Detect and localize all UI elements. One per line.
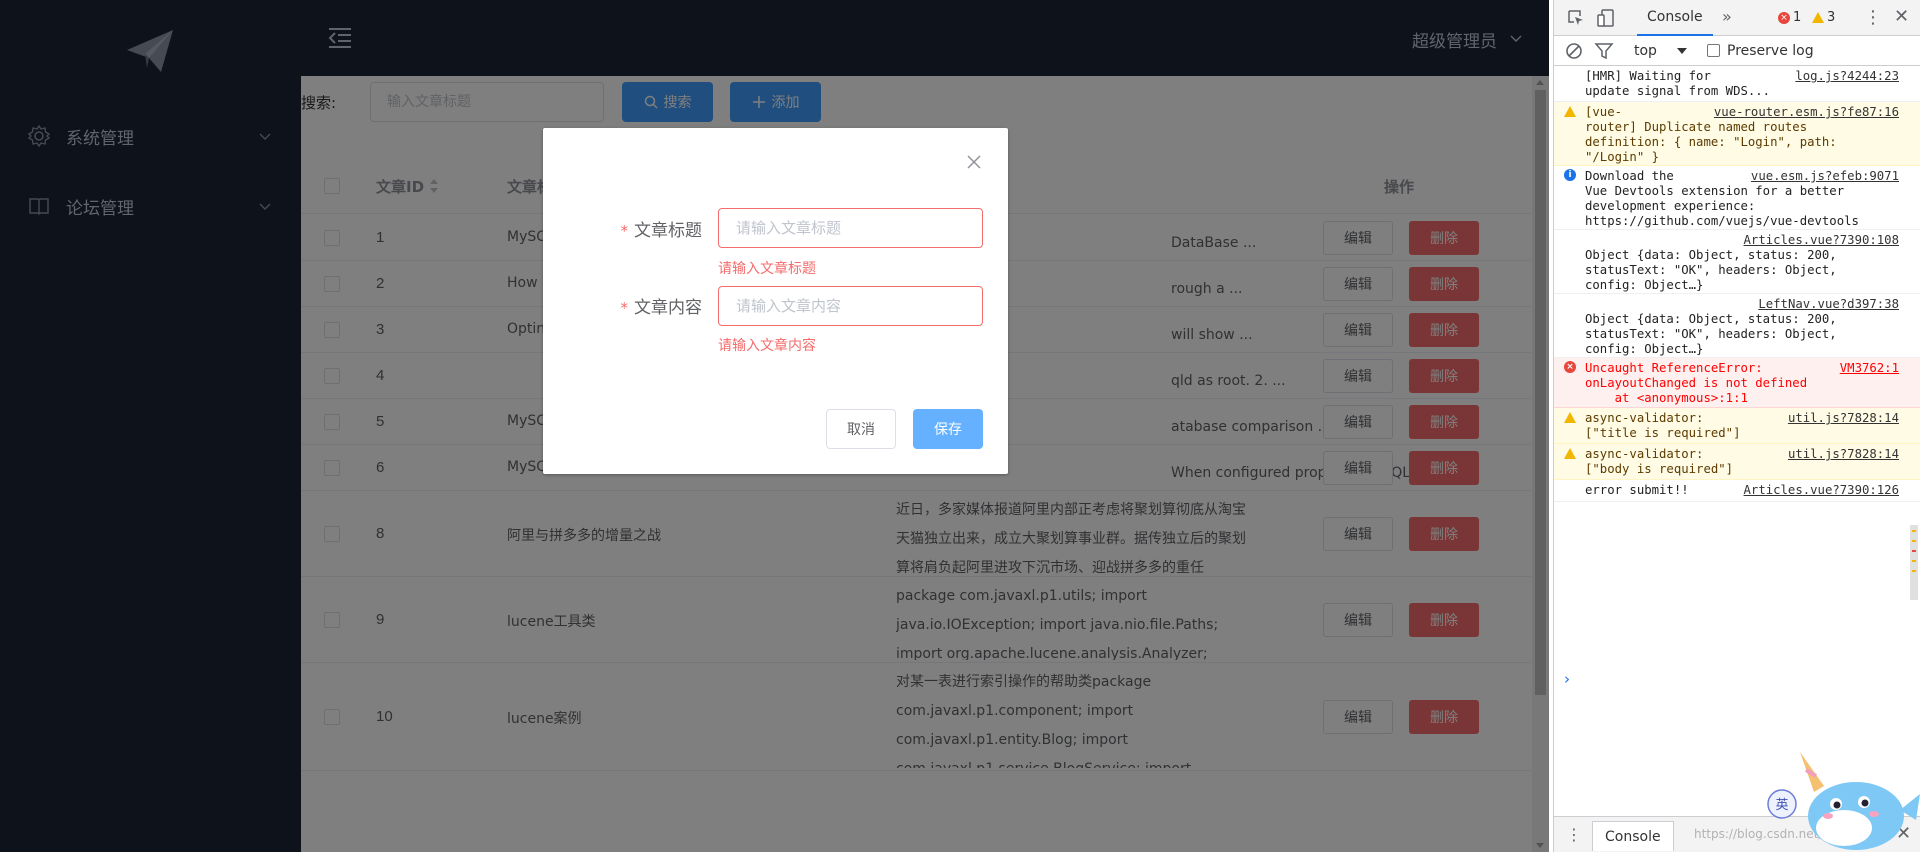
title-field[interactable] <box>718 208 983 248</box>
cancel-button[interactable]: 取消 <box>826 409 896 449</box>
required-mark: * <box>620 299 629 317</box>
more-tabs-icon[interactable]: » <box>1722 7 1732 26</box>
close-devtools-icon[interactable]: ✕ <box>1894 6 1909 27</box>
console-prompt-icon[interactable]: › <box>1564 670 1570 688</box>
console-source-link[interactable]: LeftNav.vue?d397:38 <box>1758 297 1899 312</box>
article-dialog: * 文章标题 请输入文章标题 * 文章内容 请输入文章内容 取消 保存 <box>543 128 1008 474</box>
console-message-line: async-validator: <box>1585 411 1704 425</box>
console-message-line: async-validator: <box>1585 447 1704 461</box>
console-message-line: Object {data: Object, status: 200, <box>1585 312 1837 326</box>
body-field[interactable] <box>718 286 983 326</box>
preserve-log-label: Preserve log <box>1727 43 1814 59</box>
context-selector[interactable]: top <box>1634 43 1657 59</box>
devtools-scroll-marker <box>1910 525 1918 600</box>
console-source-link[interactable]: log.js?4244:23 <box>1795 69 1899 84</box>
console-message-line: at <anonymous>:1:1 <box>1585 391 1748 405</box>
console-message-line: error submit!! <box>1585 483 1689 497</box>
filter-icon[interactable] <box>1594 41 1614 61</box>
narwhal-mascot-icon[interactable]: 英 <box>1760 748 1920 852</box>
console-message-line: onLayoutChanged is not defined <box>1585 376 1808 390</box>
warning-count-badge[interactable]: 3 <box>1812 10 1835 25</box>
console-message-line: update signal from WDS... <box>1585 84 1771 98</box>
console-message-line: ["body is required"] <box>1585 462 1734 476</box>
required-mark: * <box>620 222 629 240</box>
console-message[interactable]: async-validator: ["title is required"] uti… <box>1554 408 1920 444</box>
console-source-link[interactable]: util.js?7828:14 <box>1788 447 1899 462</box>
console-message-line: config: Object…} <box>1585 278 1704 292</box>
body-error-message: 请输入文章内容 <box>718 338 816 354</box>
clear-console-icon[interactable] <box>1564 41 1584 61</box>
error-icon: × <box>1778 11 1790 24</box>
console-source-link[interactable]: Articles.vue?7390:126 <box>1744 483 1899 498</box>
title-label-text: 文章标题 <box>634 221 702 241</box>
console-message-line: router] Duplicate named routes <box>1585 120 1808 134</box>
console-filterbar: top Preserve log <box>1554 36 1920 66</box>
console-message-line: "/Login" } <box>1585 150 1660 164</box>
body-label-text: 文章内容 <box>634 298 702 318</box>
console-source-link[interactable]: vue.esm.js?efeb:9071 <box>1751 169 1899 184</box>
warning-icon <box>1564 411 1576 423</box>
body-field-label: * 文章内容 <box>621 293 703 318</box>
console-message[interactable]: i Download the Vue Devtools extension for … <box>1554 166 1920 230</box>
error-count: 1 <box>1793 10 1802 25</box>
error-count-badge[interactable]: × 1 <box>1778 10 1801 25</box>
console-message[interactable]: [HMR] Waiting for update signal from WDS.… <box>1554 66 1920 102</box>
console-message-line: https://github.com/vuejs/vue-devtools <box>1585 214 1859 228</box>
devtools-panel: Console » × 1 3 ⋮ ✕ top Preserve log [HMR… <box>1553 0 1920 852</box>
console-message-line: ["title is required"] <box>1585 426 1741 440</box>
drawer-menu-icon[interactable]: ⋮ <box>1566 825 1582 844</box>
drawer-tab-console[interactable]: Console <box>1592 821 1674 851</box>
title-error-message: 请输入文章标题 <box>718 261 816 277</box>
inspect-element-icon[interactable] <box>1566 8 1586 28</box>
device-toolbar-icon[interactable] <box>1596 8 1616 28</box>
console-message-line: config: Object…} <box>1585 342 1704 356</box>
warning-icon <box>1564 447 1576 459</box>
preserve-log-checkbox[interactable] <box>1707 44 1720 57</box>
console-source-link[interactable]: util.js?7828:14 <box>1788 411 1899 426</box>
console-message[interactable]: async-validator: ["body is required"] util… <box>1554 444 1920 480</box>
dropdown-arrow-icon[interactable] <box>1677 48 1687 54</box>
console-message-line: definition: { name: "Login", path: <box>1585 135 1837 149</box>
console-message-line: Object {data: Object, status: 200, <box>1585 248 1837 262</box>
info-icon: i <box>1564 169 1576 181</box>
title-field-label: * 文章标题 <box>621 216 703 241</box>
svg-text:英: 英 <box>1775 798 1788 813</box>
console-message-line: [vue- <box>1585 105 1623 119</box>
devtools-tabbar: Console » × 1 3 ⋮ ✕ <box>1554 0 1920 36</box>
devtools-menu-icon[interactable]: ⋮ <box>1864 7 1882 28</box>
console-source-link[interactable]: vue-router.esm.js?fe87:16 <box>1714 105 1899 120</box>
console-message[interactable]: Object {data: Object, status: 200, status… <box>1554 294 1920 358</box>
console-message-line: [HMR] Waiting for <box>1585 69 1711 83</box>
error-icon: × <box>1564 361 1576 373</box>
console-message-line: statusText: "OK", headers: Object, <box>1585 327 1837 341</box>
console-message[interactable]: error submit!! Articles.vue?7390:126 <box>1554 480 1920 502</box>
console-source-link[interactable]: Articles.vue?7390:108 <box>1744 233 1899 248</box>
close-icon[interactable] <box>966 154 982 170</box>
console-messages: [HMR] Waiting for update signal from WDS.… <box>1554 66 1920 816</box>
console-message[interactable]: [vue-router] Duplicate named routes defin… <box>1554 102 1920 166</box>
console-source-link[interactable]: VM3762:1 <box>1840 361 1899 376</box>
console-message-line: Vue Devtools extension for a better <box>1585 184 1845 198</box>
console-message[interactable]: Object {data: Object, status: 200, status… <box>1554 230 1920 294</box>
console-message[interactable]: × Uncaught ReferenceError: onLayoutChanged… <box>1554 358 1920 408</box>
warning-icon <box>1812 12 1824 23</box>
save-button[interactable]: 保存 <box>913 409 983 449</box>
console-message-line: statusText: "OK", headers: Object, <box>1585 263 1837 277</box>
console-message-line: Uncaught ReferenceError: <box>1585 361 1763 375</box>
warning-count: 3 <box>1827 10 1836 25</box>
console-message-line: Download the <box>1585 169 1674 183</box>
console-message-line: development experience: <box>1585 199 1756 213</box>
warning-icon <box>1564 105 1576 117</box>
tab-console[interactable]: Console <box>1637 0 1713 36</box>
